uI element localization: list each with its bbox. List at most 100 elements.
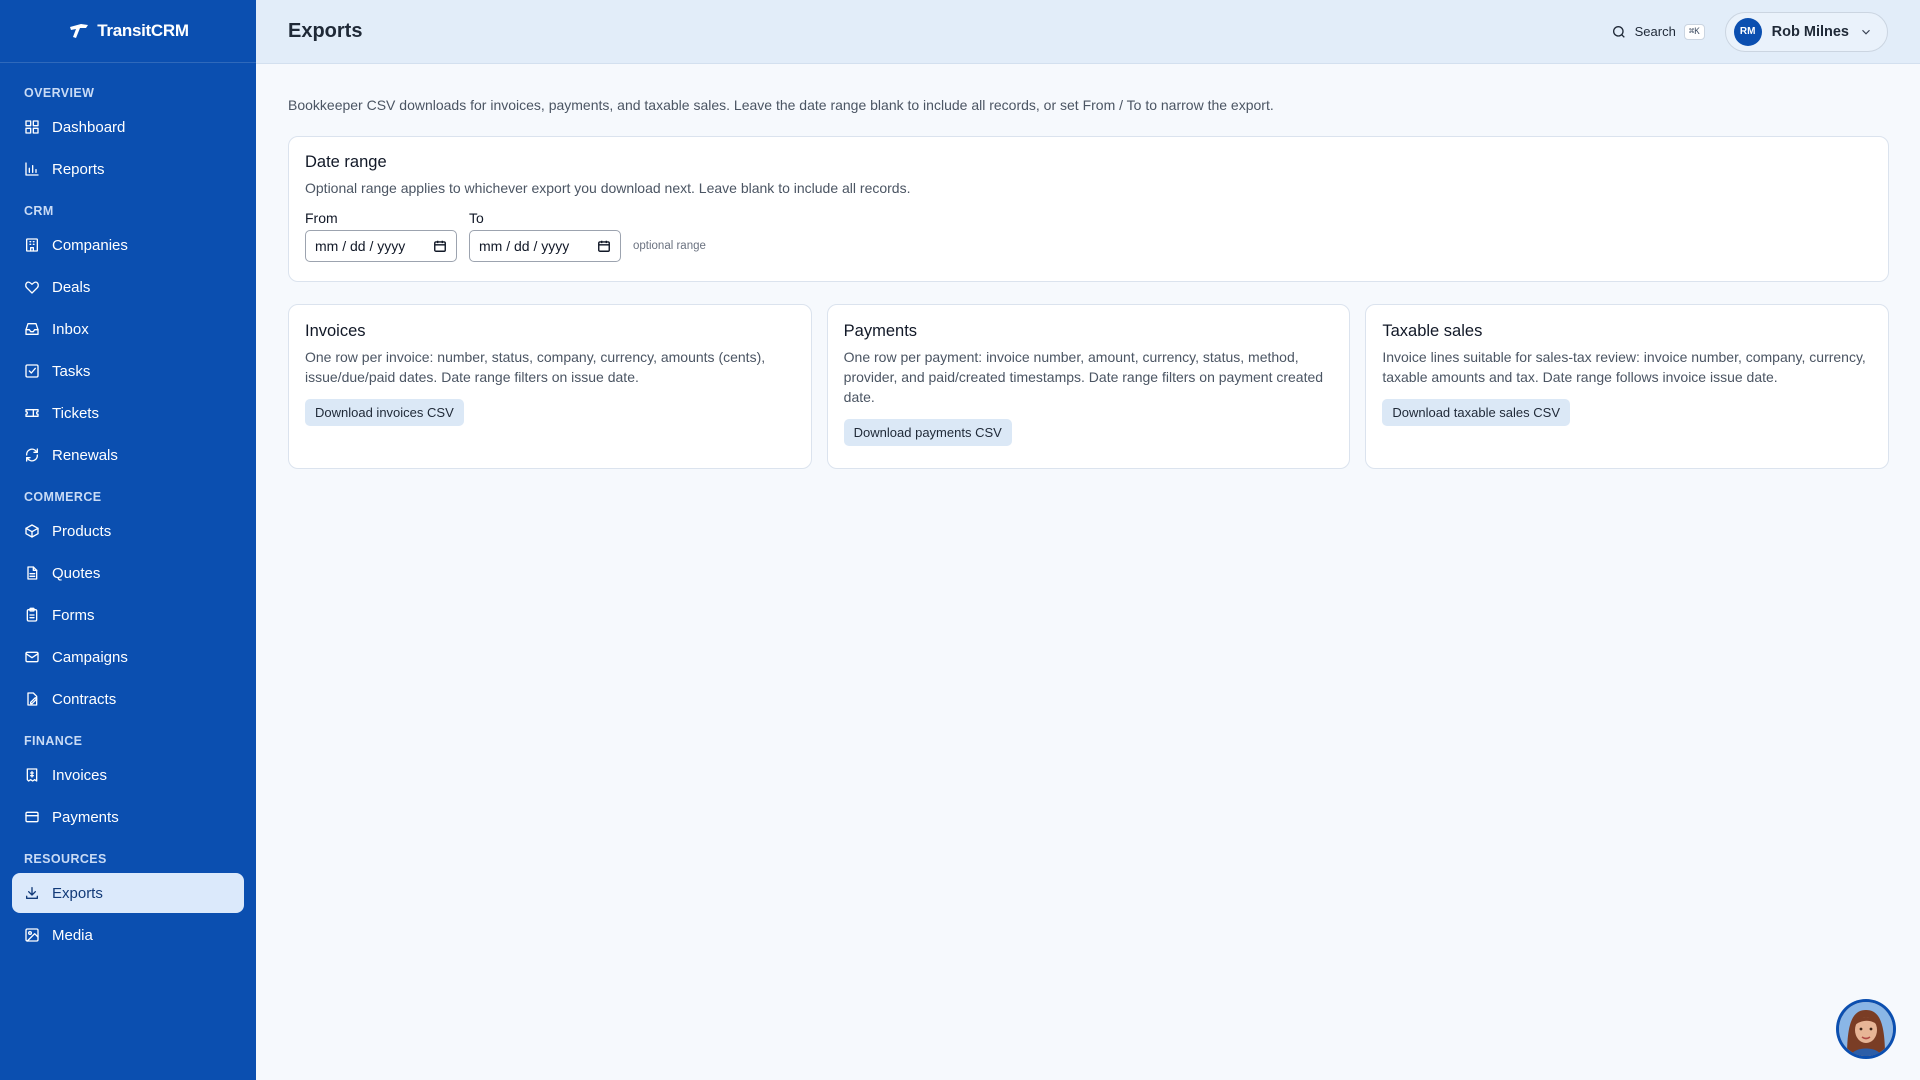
sidebar-item-companies[interactable]: Companies <box>12 225 244 265</box>
optional-range-hint: optional range <box>633 240 706 252</box>
export-cards: Invoices One row per invoice: number, st… <box>288 304 1890 469</box>
sidebar-item-inbox[interactable]: Inbox <box>12 309 244 349</box>
sidebar-item-label: Contracts <box>52 690 117 708</box>
date-range-card: Date range Optional range applies to whi… <box>288 136 1889 282</box>
avatar: RM <box>1733 17 1762 46</box>
sidebar-item-tasks[interactable]: Tasks <box>12 351 244 391</box>
transit-logo-icon <box>70 24 89 38</box>
search-shortcut: ⌘K <box>1683 23 1705 40</box>
handshake-icon <box>24 279 40 295</box>
document-icon <box>24 565 40 581</box>
sidebar-item-label: Dashboard <box>52 118 126 136</box>
sidebar-item-campaigns[interactable]: Campaigns <box>12 637 244 677</box>
sidebar-item-label: Tasks <box>52 362 91 380</box>
download-taxable-sales-button[interactable]: Download taxable sales CSV <box>1382 399 1570 426</box>
checkbox-icon <box>24 363 40 379</box>
sidebar-item-label: Campaigns <box>52 648 128 666</box>
bar-chart-icon <box>24 161 40 177</box>
clipboard-icon <box>24 607 40 623</box>
box-icon <box>24 523 40 539</box>
sidebar-item-products[interactable]: Products <box>12 511 244 551</box>
user-menu-button[interactable]: RM Rob Milnes <box>1724 11 1888 52</box>
sidebar-section-overview: OVERVIEW <box>24 86 95 100</box>
from-label: From <box>305 210 338 226</box>
to-date-input[interactable]: mm / dd / yyyy <box>469 230 621 262</box>
search-label: Search <box>1634 24 1676 39</box>
sidebar-item-dashboard[interactable]: Dashboard <box>12 107 244 147</box>
calendar-icon[interactable] <box>433 239 447 253</box>
sidebar-item-label: Invoices <box>52 766 108 784</box>
date-range-description: Optional range applies to whichever expo… <box>305 180 911 196</box>
download-payments-button[interactable]: Download payments CSV <box>843 419 1012 446</box>
page-title: Exports <box>288 20 363 42</box>
sidebar-item-label: Exports <box>52 884 103 902</box>
sidebar-item-contracts[interactable]: Contracts <box>12 679 244 719</box>
sidebar-item-exports[interactable]: Exports <box>12 873 244 913</box>
sidebar-item-label: Payments <box>52 808 119 826</box>
sidebar-item-label: Inbox <box>52 320 89 338</box>
sidebar-item-invoices[interactable]: Invoices <box>12 755 244 795</box>
sidebar-item-label: Media <box>52 926 93 944</box>
main-content: Bookkeeper CSV downloads for invoices, p… <box>288 64 1890 469</box>
export-description: Invoice lines suitable for sales-tax rev… <box>1382 349 1866 385</box>
sidebar-item-label: Renewals <box>52 446 118 464</box>
download-icon <box>24 885 40 901</box>
export-title: Payments <box>843 322 918 340</box>
to-label: To <box>469 210 484 226</box>
inbox-icon <box>24 321 40 337</box>
sidebar-section-resources: RESOURCES <box>24 852 107 866</box>
sidebar-item-renewals[interactable]: Renewals <box>12 435 244 475</box>
download-invoices-button[interactable]: Download invoices CSV <box>305 399 464 426</box>
sidebar-nav: OVERVIEW Dashboard Reports CRM Companies Deal… <box>0 63 256 955</box>
ticket-icon <box>24 405 40 421</box>
sidebar-item-label: Quotes <box>52 564 101 582</box>
sidebar-section-finance: FINANCE <box>24 734 83 748</box>
assistant-avatar-icon <box>1839 1002 1893 1056</box>
sidebar-item-label: Forms <box>52 606 95 624</box>
sidebar: TransitCRM OVERVIEW Dashboard Reports CRM Co… <box>0 0 256 1080</box>
page-intro: Bookkeeper CSV downloads for invoices, p… <box>288 97 1274 113</box>
sidebar-item-label: Reports <box>52 160 105 178</box>
export-card-payments: Payments One row per payment: invoice nu… <box>826 304 1351 469</box>
date-range-title: Date range <box>305 153 387 171</box>
contract-icon <box>24 691 40 707</box>
sidebar-section-crm: CRM <box>24 204 54 218</box>
refresh-icon <box>24 447 40 463</box>
export-description: One row per payment: invoice number, amo… <box>843 349 1324 405</box>
assistant-avatar-button[interactable] <box>1836 999 1896 1059</box>
mail-icon <box>24 649 40 665</box>
top-header: Exports Search ⌘K RM Rob Milnes <box>256 0 1920 64</box>
sidebar-item-deals[interactable]: Deals <box>12 267 244 307</box>
sidebar-section-commerce: COMMERCE <box>24 490 102 504</box>
from-date-placeholder: mm / dd / yyyy <box>315 238 406 254</box>
export-card-taxable-sales: Taxable sales Invoice lines suitable for… <box>1365 304 1890 469</box>
export-title: Invoices <box>305 322 366 340</box>
sidebar-item-media[interactable]: Media <box>12 915 244 955</box>
to-date-placeholder: mm / dd / yyyy <box>479 238 570 254</box>
from-date-input[interactable]: mm / dd / yyyy <box>305 230 457 262</box>
sidebar-item-label: Products <box>52 522 112 540</box>
chevron-down-icon <box>1862 29 1870 35</box>
building-icon <box>24 237 40 253</box>
sidebar-item-label: Tickets <box>52 404 99 422</box>
sidebar-item-forms[interactable]: Forms <box>12 595 244 635</box>
sidebar-item-payments[interactable]: Payments <box>12 797 244 837</box>
sidebar-item-tickets[interactable]: Tickets <box>12 393 244 433</box>
brand-logo[interactable]: TransitCRM <box>0 0 256 63</box>
user-name: Rob Milnes <box>1771 23 1849 40</box>
receipt-icon <box>24 767 40 783</box>
brand-name: TransitCRM <box>97 21 189 40</box>
credit-card-icon <box>24 809 40 825</box>
export-card-invoices: Invoices One row per invoice: number, st… <box>288 304 812 469</box>
sidebar-item-label: Companies <box>52 236 128 254</box>
export-description: One row per invoice: number, status, com… <box>305 349 766 385</box>
image-icon <box>24 927 40 943</box>
search-button[interactable]: Search ⌘K <box>1611 23 1705 40</box>
sidebar-item-reports[interactable]: Reports <box>12 149 244 189</box>
sidebar-item-quotes[interactable]: Quotes <box>12 553 244 593</box>
export-title: Taxable sales <box>1382 322 1483 340</box>
calendar-icon[interactable] <box>597 239 611 253</box>
search-icon <box>1612 25 1625 38</box>
dashboard-icon <box>24 119 40 135</box>
sidebar-item-label: Deals <box>52 278 91 296</box>
